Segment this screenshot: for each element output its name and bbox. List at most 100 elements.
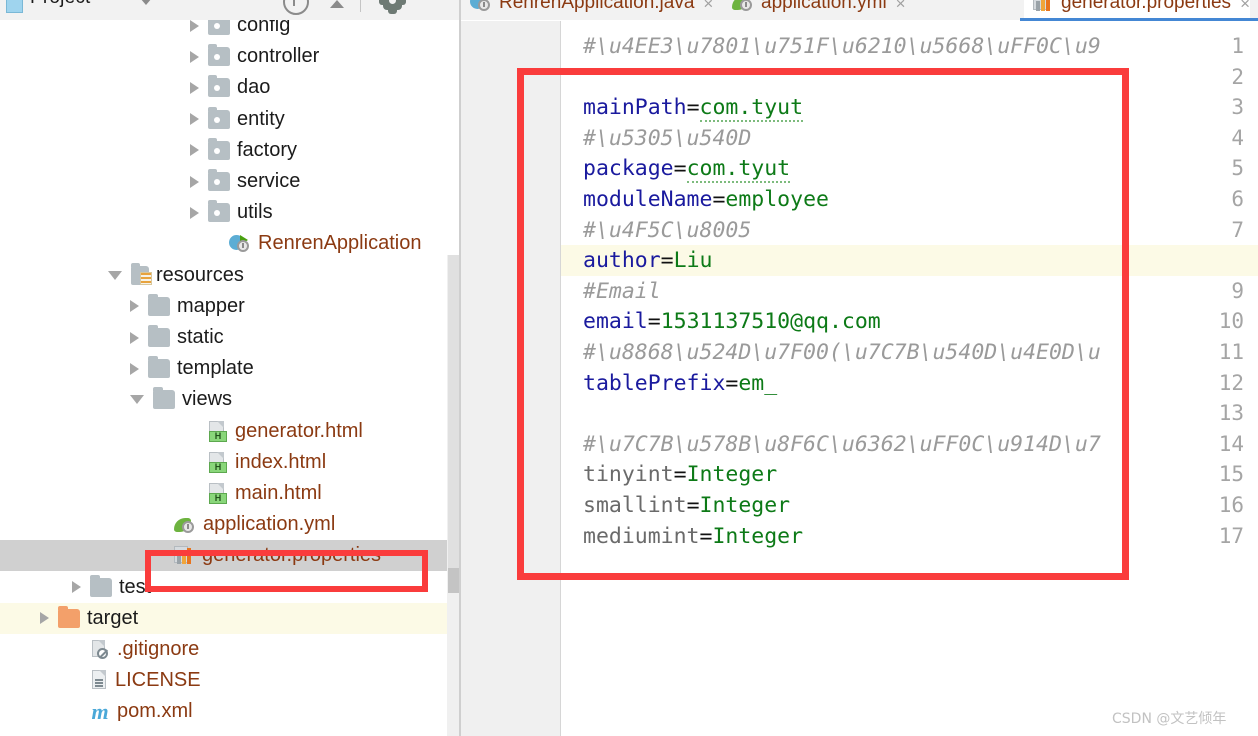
property-value: Liu [673,248,713,274]
tree-item-renrenapplication[interactable]: RenrenApplication [0,228,459,259]
tree-item-template[interactable]: template [0,353,459,384]
tree-item-entity[interactable]: entity [0,104,459,135]
editor-tab-label: application.yml [761,0,887,13]
chevron-down-icon[interactable] [140,0,152,5]
tree-item-controller[interactable]: controller [0,41,459,72]
expand-arrow-icon[interactable] [130,300,139,313]
code-line[interactable] [583,398,1258,429]
code-line[interactable]: package=com.tyut [583,153,1258,184]
property-equals: = [686,493,700,518]
tree-item-test[interactable]: test [0,572,459,603]
tree-item-dao[interactable]: dao [0,72,459,103]
package-folder-icon [208,20,230,35]
project-pane-toolbar: Project [0,0,459,21]
code-line[interactable]: #Email [583,276,1258,307]
tree-item-service[interactable]: service [0,166,459,197]
property-value: em_ [738,370,778,396]
close-icon[interactable]: × [896,0,906,12]
code-line[interactable]: tablePrefix=em_ [583,368,1258,399]
tree-item-factory[interactable]: factory [0,135,459,166]
project-icon [6,0,23,13]
tree-item-mapper[interactable]: mapper [0,291,459,322]
expand-arrow-icon[interactable] [130,362,139,375]
tree-item-utils[interactable]: utils [0,197,459,228]
code-line[interactable]: mainPath=com.tyut [583,92,1258,123]
code-line[interactable]: author=Liu [583,245,1258,276]
code-line[interactable]: smallint=Integer [583,490,1258,521]
tree-item-label: template [177,357,254,380]
close-icon[interactable]: × [703,0,713,12]
editor-tab-renrenapplication-java[interactable]: RenrenApplication.java × [461,0,713,20]
expand-arrow-icon[interactable] [40,612,49,625]
property-value: com.tyut [699,95,804,123]
property-key: tablePrefix [583,370,726,396]
tree-item-application-yml[interactable]: application.yml [0,509,459,540]
expand-arrow-icon[interactable] [72,581,81,594]
code-line[interactable]: #\u5305\u540D [583,123,1258,154]
expand-arrow-icon[interactable] [190,206,199,219]
property-value: com.tyut [686,156,791,184]
tree-item-main-html[interactable]: Hmain.html [0,478,459,509]
code-line[interactable] [583,62,1258,93]
property-key: tinyint [583,462,674,488]
tree-item-generator-properties[interactable]: generator.properties [0,540,459,572]
expand-arrow-icon[interactable] [130,331,139,344]
tree-item-views[interactable]: views [0,384,459,415]
editor-tab-generator-properties[interactable]: generator.properties × [1024,0,1250,20]
tree-item-index-html[interactable]: Hindex.html [0,447,459,478]
tree-item--gitignore[interactable]: .gitignore [0,634,459,665]
expand-arrow-icon[interactable] [190,81,199,94]
collapse-arrow-icon[interactable] [130,395,144,405]
project-pane-title: Project [30,0,91,9]
tree-item-label: index.html [235,450,327,473]
code-line[interactable]: mediumint=Integer [583,521,1258,552]
project-tree-scrollbar-thumb[interactable] [448,255,459,568]
hide-icon[interactable] [283,0,309,15]
expand-arrow-icon[interactable] [190,20,199,32]
tree-item-pom-xml[interactable]: m pom.xml [0,696,459,727]
tree-item-target[interactable]: target [0,602,459,634]
code-line[interactable]: #\u4EE3\u7801\u751F\u6210\u5668\uFF0C\u9 [583,31,1258,62]
tree-item-label: mapper [177,294,245,317]
tree-item-label: resources [156,263,244,286]
properties-file-icon [1033,0,1054,13]
code-line[interactable]: #\u8868\u524D\u7F00(\u7C7B\u540D\u4E0D\u [583,337,1258,368]
code-editor[interactable]: 1234567891011121314151617 #\u4EE3\u7801\… [461,21,1258,736]
code-line[interactable]: #\u4F5C\u8005 [583,215,1258,246]
code-line[interactable]: tinyint=Integer [583,459,1258,490]
tree-item-license[interactable]: LICENSE [0,665,459,696]
code-line[interactable]: moduleName=employee [583,184,1258,215]
gear-icon[interactable] [379,0,406,14]
code-comment: #\u5305\u540D [583,125,752,151]
editor-tab-label: generator.properties [1061,0,1232,13]
property-equals: = [647,309,661,335]
code-line[interactable]: #\u7C7B\u578B\u8F6C\u6362\uFF0C\u914D\u7 [583,429,1258,460]
project-tree-scrollbar-thumb-active[interactable] [448,568,459,593]
tree-item-label: dao [237,76,271,99]
code-line[interactable]: email=1531137510@qq.com [583,306,1258,337]
tree-item-label: config [237,20,291,36]
folder-icon [148,293,170,316]
tree-item-static[interactable]: static [0,322,459,353]
expand-arrow-icon[interactable] [190,50,199,63]
folder-icon [148,356,170,379]
property-equals: = [725,370,739,396]
property-value: 1531137510@qq.com [660,309,881,335]
tree-item-resources[interactable]: resources [0,260,459,291]
property-key: mainPath [583,95,687,121]
editor-tab-bar[interactable]: RenrenApplication.java × application.yml × g… [461,0,1258,20]
expand-arrow-icon[interactable] [190,113,199,126]
collapse-icon[interactable] [330,0,344,8]
tree-item-generator-html[interactable]: Hgenerator.html [0,416,459,447]
project-tree[interactable]: config controller dao entity factory service u… [0,20,459,736]
tree-item-config[interactable]: config [0,20,459,41]
editor-tab-application-yml[interactable]: application.yml × [723,0,906,20]
expand-arrow-icon[interactable] [190,175,199,188]
close-icon[interactable]: × [1240,0,1250,12]
expand-arrow-icon[interactable] [190,144,199,157]
tree-item-label: factory [237,138,298,161]
collapse-arrow-icon[interactable] [108,270,122,280]
tree-item-label: main.html [235,482,322,504]
